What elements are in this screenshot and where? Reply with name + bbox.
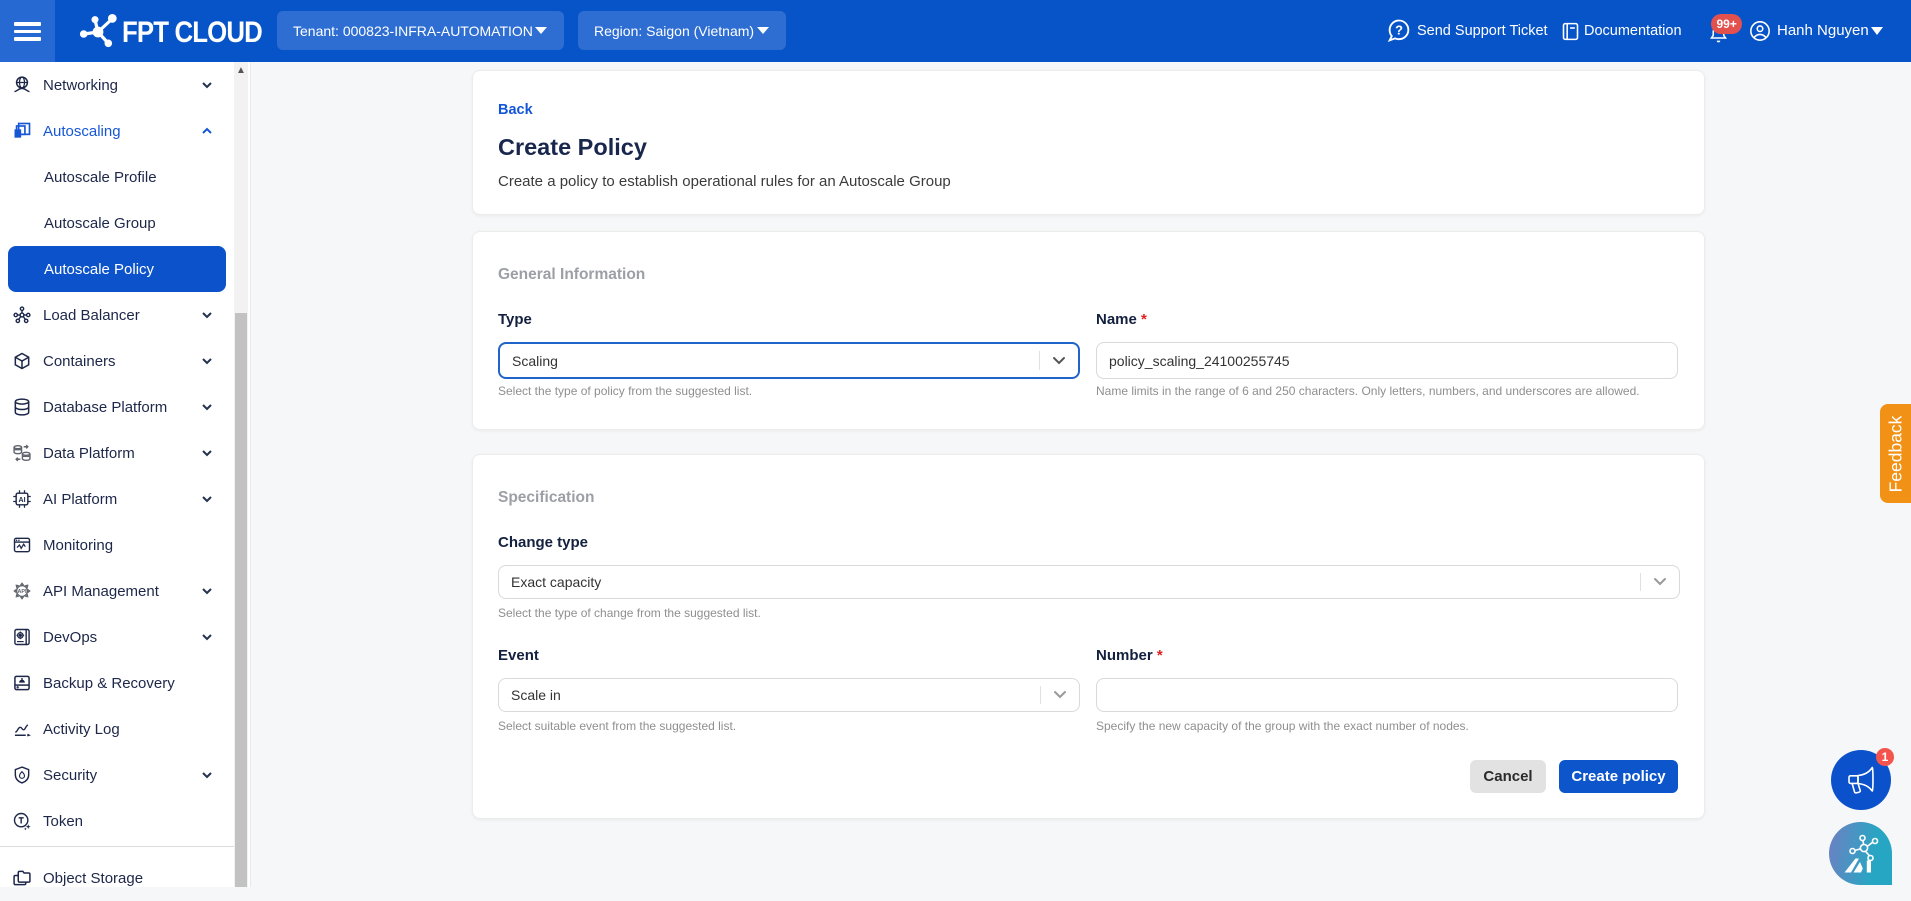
svg-text:API: API: [17, 589, 27, 595]
svg-text:AI: AI: [18, 496, 25, 504]
svg-text:?: ?: [1395, 23, 1403, 38]
